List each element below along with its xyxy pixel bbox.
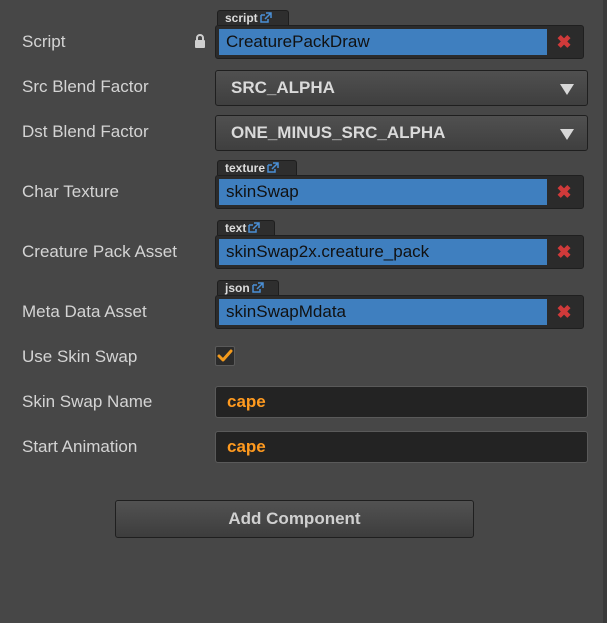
meta-data-asset-label: Meta Data Asset (22, 302, 147, 321)
script-asset-value[interactable]: CreaturePackDraw (219, 29, 547, 55)
src-blend-value: SRC_ALPHA (231, 78, 335, 97)
meta-data-clear-button[interactable]: ✖ (548, 299, 580, 325)
add-component-button[interactable]: Add Component (115, 500, 474, 538)
char-texture-asset-tag[interactable]: texture (217, 160, 297, 175)
meta-data-asset-type: json (225, 281, 250, 295)
meta-data-asset-tag[interactable]: json (217, 280, 279, 295)
script-label: Script (22, 32, 66, 51)
char-texture-label: Char Texture (22, 182, 120, 201)
use-skin-swap-label: Use Skin Swap (22, 347, 138, 366)
creature-pack-asset-value[interactable]: skinSwap2x.creature_pack (219, 239, 547, 265)
src-blend-select[interactable]: SRC_ALPHA (215, 70, 588, 106)
dst-blend-value: ONE_MINUS_SRC_ALPHA (231, 123, 446, 142)
creature-pack-asset-tag[interactable]: text (217, 220, 275, 235)
dst-blend-label: Dst Blend Factor (22, 122, 149, 141)
inspector-panel: Script script CreaturePackDraw ✖ Src Ble… (0, 0, 607, 623)
creature-pack-clear-button[interactable]: ✖ (548, 239, 580, 265)
lock-icon (195, 34, 205, 48)
script-clear-button[interactable]: ✖ (548, 29, 580, 55)
external-link-icon (248, 222, 261, 233)
char-texture-asset-type: texture (225, 161, 266, 175)
start-animation-label: Start Animation (22, 437, 138, 456)
script-asset-field[interactable]: CreaturePackDraw ✖ (215, 25, 584, 59)
char-texture-asset-value[interactable]: skinSwap (219, 179, 547, 205)
use-skin-swap-checkbox[interactable] (215, 346, 235, 366)
meta-data-asset-value[interactable]: skinSwapMdata (219, 299, 547, 325)
dropdown-arrow-icon (560, 129, 574, 140)
char-texture-asset-field[interactable]: skinSwap ✖ (215, 175, 584, 209)
external-link-icon (251, 282, 264, 293)
creature-pack-asset-type: text (225, 221, 247, 235)
skin-swap-name-label: Skin Swap Name (22, 392, 153, 411)
script-asset-type: script (225, 11, 258, 25)
src-blend-label: Src Blend Factor (22, 77, 149, 96)
external-link-icon (267, 162, 279, 173)
meta-data-asset-field[interactable]: skinSwapMdata ✖ (215, 295, 584, 329)
script-asset-tag[interactable]: script (217, 10, 289, 25)
creature-pack-asset-field[interactable]: skinSwap2x.creature_pack ✖ (215, 235, 584, 269)
dropdown-arrow-icon (560, 84, 574, 95)
char-texture-clear-button[interactable]: ✖ (548, 179, 580, 205)
skin-swap-name-input[interactable]: cape (215, 386, 588, 418)
creature-pack-asset-label: Creature Pack Asset (22, 242, 177, 261)
start-animation-input[interactable]: cape (215, 431, 588, 463)
external-link-icon (259, 12, 272, 23)
dst-blend-select[interactable]: ONE_MINUS_SRC_ALPHA (215, 115, 588, 151)
checkmark-icon (217, 349, 233, 362)
